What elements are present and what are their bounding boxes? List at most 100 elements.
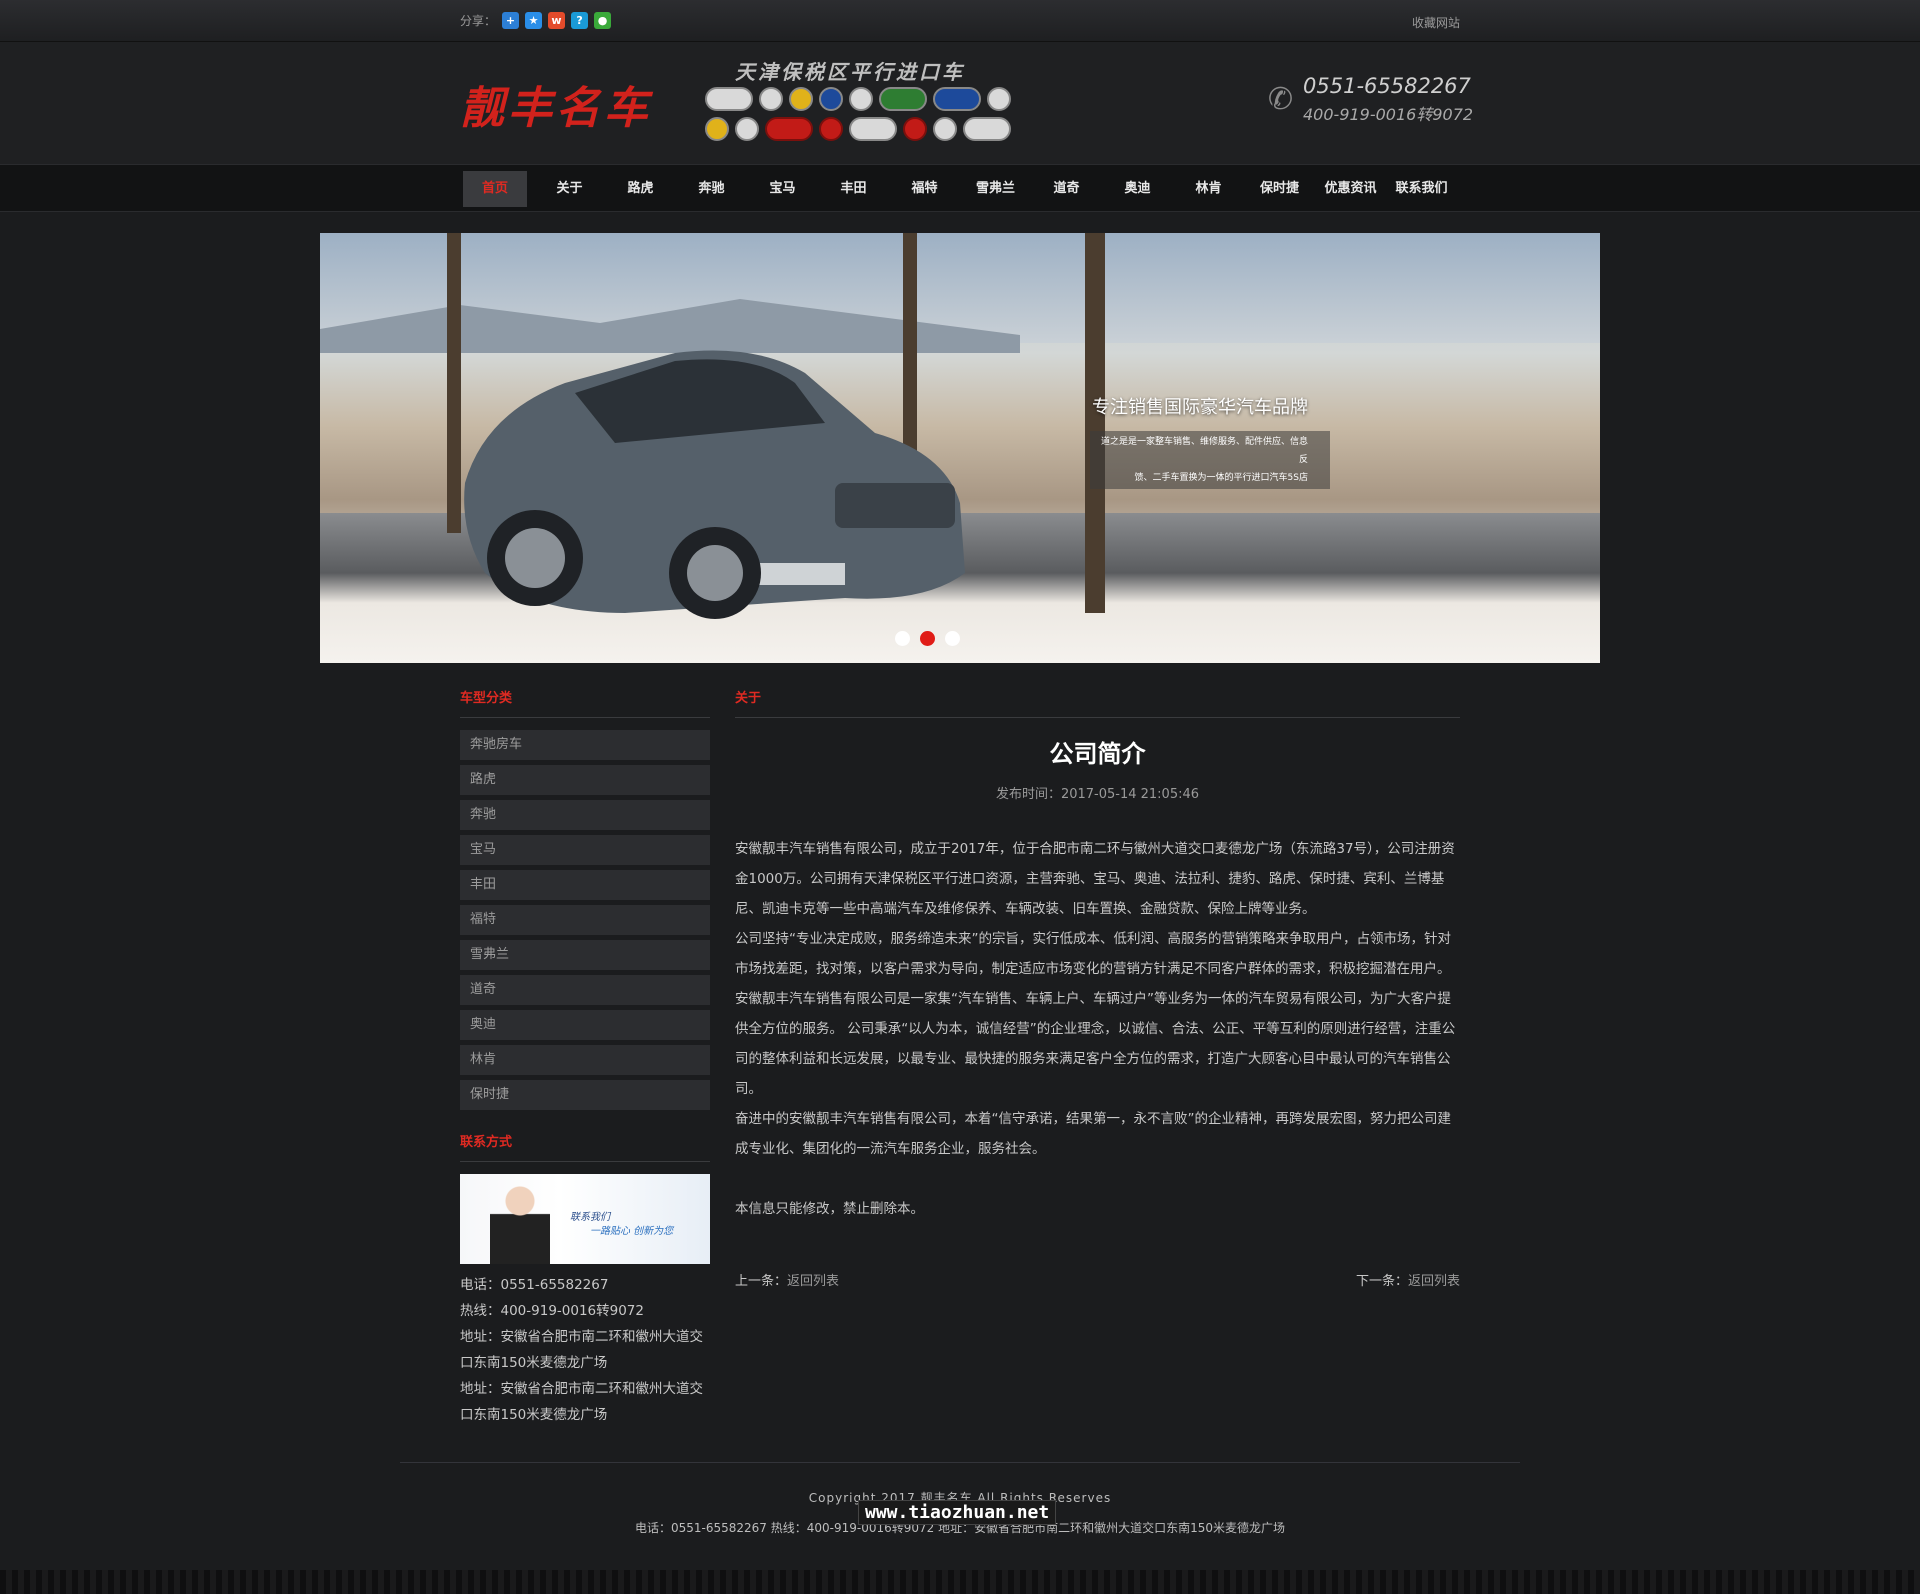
next-link[interactable]: 返回列表 [1408,1274,1460,1289]
nav-item[interactable]: 道奇 [1031,171,1102,207]
slider-dot[interactable] [945,631,960,646]
banner-car-image [464,350,965,619]
nav-item[interactable]: 雪弗兰 [960,171,1031,207]
brand-logos [705,87,1015,147]
prev-article: 上一条：返回列表 [735,1270,839,1289]
bmw-logo-icon [819,87,843,111]
contact-hotline: 热线：400-919-0016转9072 [460,1303,644,1319]
slider-dot[interactable] [895,631,910,646]
lamborghini-logo-icon [705,117,729,141]
main-content: 关于 公司简介 发布时间：2017-05-14 21:05:46 安徽靓丰汽车销… [735,686,1460,1290]
nav-item[interactable]: 宝马 [747,171,818,207]
tencent-icon[interactable]: ? [571,12,589,29]
category-item[interactable]: 宝马 [460,835,710,865]
sidebar: 车型分类 奔驰房车 路虎 奔驰 宝马 丰田 福特 雪弗兰 道奇 奥迪 林肯 保时捷 联系方式 联系我… [460,686,710,1428]
footer-divider [400,1462,1520,1463]
banner-caption: 专注销售国际豪华汽车品牌 道之是是一家整车销售、维修服务、配件供应、信息反 馈、… [1090,393,1330,489]
nav-item[interactable]: 福特 [889,171,960,207]
nav-item[interactable]: 保时捷 [1244,171,1315,207]
section-title: 关于 [735,686,1460,718]
main-nav: 首页 关于 路虎 奔驰 宝马 丰田 福特 雪弗兰 道奇 奥迪 林肯 保时捷 优惠资讯 联系我们 [0,164,1920,212]
jaguar-logo-icon [849,117,897,141]
porsche-logo-icon [789,87,813,111]
banner-title: 专注销售国际豪华汽车品牌 [1092,397,1308,418]
contact-tel: 电话：0551-65582267 [460,1277,609,1293]
customer-service-person [490,1180,550,1264]
category-item[interactable]: 保时捷 [460,1080,710,1110]
contact-address: 地址：安徽省合肥市南二环和徽州大道交口东南150米麦德龙广场 [460,1381,703,1423]
contact-info: 电话：0551-65582267 热线：400-919-0016转9072 地址… [460,1272,710,1428]
next-label: 下一条： [1355,1274,1408,1289]
share-bar: 分享： + ★ w ? ● [460,12,612,29]
prev-label: 上一条： [735,1274,788,1289]
article-title: 公司简介 [1049,740,1146,768]
article-paragraph: 安徽靓丰汽车销售有限公司，成立于2017年，位于合肥市南二环与徽州大道交口麦德龙… [735,841,1455,917]
nav-item[interactable]: 路虎 [605,171,676,207]
bentley-logo-icon [705,87,753,111]
category-item[interactable]: 奔驰 [460,800,710,830]
category-item[interactable]: 雪弗兰 [460,940,710,970]
article-paragraph: 安徽靓丰汽车销售有限公司是一家集“汽车销售、车辆上户、车辆过户”等业务为一体的汽… [735,991,1456,1097]
favorite-icon[interactable]: ★ [525,12,543,29]
mercedes-logo-icon [759,87,783,111]
slider-dots [895,631,960,646]
nav-item[interactable]: 丰田 [818,171,889,207]
favorite-site-link[interactable]: 收藏网站 [1412,14,1460,31]
prev-link[interactable]: 返回列表 [787,1274,839,1289]
next-article: 下一条：返回列表 [1356,1270,1460,1289]
contact-img-text: 联系我们 [570,1212,610,1223]
article-pager: 上一条：返回列表 下一条：返回列表 [735,1270,1460,1290]
nav-item[interactable]: 首页 [463,171,527,207]
weibo-icon[interactable]: w [548,12,566,29]
wechat-icon[interactable]: ● [594,12,612,29]
site-header: 靓丰名车 天津保税区平行进口车 ✆ 0551-65582267 400-919-… [0,42,1920,164]
ferrari-logo-icon [819,117,843,141]
nav-item[interactable]: 联系我们 [1386,171,1457,207]
nav-item[interactable]: 奥迪 [1102,171,1173,207]
category-title: 车型分类 [460,686,710,718]
audi-logo-icon [963,117,1011,141]
nav-list: 首页 关于 路虎 奔驰 宝马 丰田 福特 雪弗兰 道奇 奥迪 林肯 保时捷 优惠资讯 联系我们 [463,171,1457,207]
header-phone: 0551-65582267 [1303,74,1471,98]
site-logo[interactable]: 靓丰名车 [460,72,652,136]
watermark: www.tiaozhuan.net [858,1500,1057,1525]
category-list: 奔驰房车路虎奔驰宝马丰田福特雪弗兰道奇奥迪林肯保时捷 [460,730,710,1110]
category-item[interactable]: 福特 [460,905,710,935]
category-item[interactable]: 奔驰房车 [460,730,710,760]
phone-icon: ✆ [1268,82,1294,117]
rollsroyce-logo-icon [933,117,957,141]
top-bar: 分享： + ★ w ? ● 收藏网站 [0,0,1920,42]
nav-item[interactable]: 优惠资讯 [1315,171,1386,207]
header-slogan: 天津保税区平行进口车 [735,60,965,84]
qzone-icon[interactable]: + [502,12,520,29]
maserati-logo-icon [849,87,873,111]
nav-item[interactable]: 关于 [534,171,605,207]
contact-address: 地址：安徽省合肥市南二环和徽州大道交口东南150米麦德龙广场 [460,1329,703,1371]
lexus-logo-icon [987,87,1011,111]
publish-date: 发布时间：2017-05-14 21:05:46 [995,787,1200,802]
nav-item[interactable]: 林肯 [1173,171,1244,207]
ford-logo-icon [933,87,981,111]
article-body: 安徽靓丰汽车销售有限公司，成立于2017年，位于合肥市南二环与徽州大道交口麦德龙… [735,834,1460,1224]
hero-banner: 专注销售国际豪华汽车品牌 道之是是一家整车销售、维修服务、配件供应、信息反 馈、… [320,233,1600,663]
banner-desc-line: 道之是是一家整车销售、维修服务、配件供应、信息反 [1100,437,1308,465]
bottom-edge [0,1570,1920,1594]
contact-banner-image: 联系我们 一路贴心 创新为您 [460,1174,710,1264]
category-item[interactable]: 路虎 [460,765,710,795]
category-item[interactable]: 道奇 [460,975,710,1005]
category-item[interactable]: 奥迪 [460,1010,710,1040]
contact-img-subtext: 一路贴心 创新为您 [590,1226,674,1237]
article-paragraph: 奋进中的安徽靓丰汽车销售有限公司，本着“信守承诺，结果第一，永不言败”的企业精神… [735,1111,1451,1157]
cadillac-logo-icon [735,117,759,141]
slider-dot[interactable] [920,631,935,646]
category-item[interactable]: 林肯 [460,1045,710,1075]
banner-desc-line: 馈、二手车置换为一体的平行进口汽车5S店 [1134,473,1308,483]
article-note: 本信息只能修改，禁止删除本。 [735,1201,924,1217]
dodge-logo-icon [903,117,927,141]
landrover-logo-icon [879,87,927,111]
banner-description: 道之是是一家整车销售、维修服务、配件供应、信息反 馈、二手车置换为一体的平行进口… [1090,431,1330,489]
header-hotline: 400-919-0016转9072 [1303,105,1474,124]
gmc-logo-icon [765,117,813,141]
nav-item[interactable]: 奔驰 [676,171,747,207]
category-item[interactable]: 丰田 [460,870,710,900]
